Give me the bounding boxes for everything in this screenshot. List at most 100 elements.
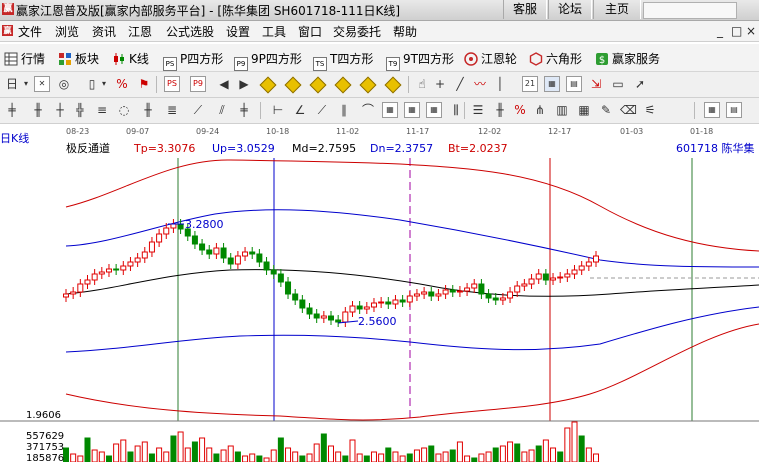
- volume-bar: [385, 447, 392, 463]
- bars-tool-icon[interactable]: ┼: [52, 102, 68, 118]
- volume-bar: [428, 445, 435, 463]
- line-tool-icon[interactable]: ╱: [452, 76, 468, 92]
- gann-diamond-icon-2[interactable]: [284, 76, 302, 94]
- gann-diamond-icon-5[interactable]: [359, 76, 377, 94]
- table-icon[interactable]: ▤: [566, 76, 582, 92]
- angle-tool-icon[interactable]: ∠: [292, 102, 308, 118]
- homepage-button[interactable]: 主页: [593, 0, 641, 19]
- grid-tool-icon[interactable]: ╫: [30, 102, 46, 118]
- wand-tool-icon[interactable]: ⚟: [642, 102, 658, 118]
- candle-body: [392, 299, 399, 305]
- hand-icon[interactable]: ☝: [414, 76, 430, 92]
- calculator-icon[interactable]: ▦: [544, 76, 560, 92]
- channel-tool-icon[interactable]: ⫽: [214, 102, 230, 118]
- calendar-21-icon[interactable]: 21: [522, 76, 538, 92]
- box-grid-icon-2[interactable]: ▦: [404, 102, 420, 118]
- menu-tools[interactable]: 工具: [262, 23, 286, 40]
- speed-tool-icon[interactable]: ⟋: [314, 102, 330, 118]
- wave-icon[interactable]: 〰: [472, 76, 488, 92]
- kline-chart[interactable]: 08-23 09-07 09-24 10-18 11-02 11-17 12-02 12-17…: [0, 124, 759, 464]
- gann-diamond-icon-3[interactable]: [309, 76, 327, 94]
- layout-table-icon[interactable]: ▤: [726, 102, 742, 118]
- menu-settings[interactable]: 设置: [226, 23, 250, 40]
- forum-button[interactable]: 论坛: [548, 0, 592, 19]
- hline-tool-icon[interactable]: ╪: [4, 102, 20, 118]
- quick-service[interactable]: $ 赢家服务: [595, 50, 660, 66]
- gann-diamond-icon-4[interactable]: [334, 76, 352, 94]
- close-icon[interactable]: ×: [746, 24, 756, 38]
- title-search-box[interactable]: [643, 2, 737, 19]
- volume-bar: [421, 447, 428, 463]
- quick-blocks[interactable]: 板块: [58, 50, 99, 66]
- menu-window[interactable]: 窗口: [298, 23, 322, 40]
- parallel-tool-icon[interactable]: ∥: [336, 102, 352, 118]
- fib-tool-icon[interactable]: ≡: [94, 102, 110, 118]
- volume-bar: [557, 451, 564, 463]
- quick-p-square[interactable]: PS P四方形: [163, 50, 223, 71]
- grid-small-icon[interactable]: ▦: [576, 102, 592, 118]
- target-icon[interactable]: ◎: [56, 76, 72, 92]
- minimize-icon[interactable]: _: [717, 24, 723, 38]
- layout-grid-icon[interactable]: ▦: [704, 102, 720, 118]
- next-arrow-icon[interactable]: ▶: [236, 76, 252, 92]
- restore-icon[interactable]: □: [731, 24, 742, 38]
- menu-gann[interactable]: 江恩: [128, 23, 152, 40]
- comb-tool-icon[interactable]: ╫: [492, 102, 508, 118]
- split-tool-icon[interactable]: ╪: [236, 102, 252, 118]
- flag-icon[interactable]: ⚑: [136, 76, 152, 92]
- menu-trade[interactable]: 交易委托: [333, 23, 381, 40]
- fan-tool-icon[interactable]: ⟋: [190, 102, 206, 118]
- quick-gann-wheel[interactable]: 江恩轮: [464, 50, 517, 66]
- candle-body: [320, 315, 327, 319]
- quick-quotes[interactable]: 行情: [4, 50, 45, 66]
- candle-body: [91, 273, 98, 281]
- quick-hexagon[interactable]: 六角形: [529, 50, 582, 66]
- menu-formula-select[interactable]: 公式选股: [166, 23, 214, 40]
- pen-tool-icon[interactable]: ✎: [598, 102, 614, 118]
- menu-file[interactable]: 文件: [18, 23, 42, 40]
- eraser-tool-icon[interactable]: ⌫: [620, 102, 637, 118]
- vertical-line-icon[interactable]: │: [492, 76, 508, 92]
- candle-body: [313, 313, 320, 319]
- circle-tool-icon[interactable]: ◌: [116, 102, 132, 118]
- candle-dropdown-icon[interactable]: ▾: [96, 76, 112, 92]
- menu-info[interactable]: 资讯: [92, 23, 116, 40]
- candle-body: [328, 315, 334, 321]
- tick-tool-icon[interactable]: ╬: [72, 102, 88, 118]
- percent-icon[interactable]: %: [114, 76, 130, 92]
- prev-arrow-icon[interactable]: ◀: [216, 76, 232, 92]
- menu-help[interactable]: 帮助: [393, 23, 417, 40]
- calc-tool-icon[interactable]: ▥: [554, 102, 570, 118]
- print-icon[interactable]: ▭: [610, 76, 626, 92]
- kline-chart-area[interactable]: 08-23 09-07 09-24 10-18 11-02 11-17 12-02 12-17…: [0, 124, 759, 464]
- quick-9p-square[interactable]: P9 9P四方形: [234, 50, 302, 71]
- service-button[interactable]: 客服: [503, 0, 547, 19]
- volume-bar: [306, 453, 313, 463]
- dropdown-arrow-icon[interactable]: ▾: [18, 76, 34, 92]
- box-grid-icon-3[interactable]: ▦: [426, 102, 442, 118]
- gann-diamond-icon-1[interactable]: [259, 76, 277, 94]
- arrow-tool-icon[interactable]: ➚: [632, 76, 648, 92]
- ray-tool-icon[interactable]: ⊢: [270, 102, 286, 118]
- list-tool-icon[interactable]: ☰: [470, 102, 486, 118]
- p9-tool-icon[interactable]: P9: [190, 76, 206, 92]
- quick-9t-square[interactable]: T9 9T四方形: [386, 50, 454, 71]
- cross-cursor-icon[interactable]: ✕: [34, 76, 50, 92]
- menu-bar: 赢 文件 浏览 资讯 江恩 公式选股 设置 工具 窗口 交易委托 帮助 _ □ …: [0, 21, 759, 42]
- ladder-tool-icon[interactable]: ╫: [140, 102, 156, 118]
- quick-kline[interactable]: K线: [112, 50, 149, 66]
- menu-browse[interactable]: 浏览: [55, 23, 79, 40]
- box-grid-icon[interactable]: ▦: [382, 102, 398, 118]
- stack-tool-icon[interactable]: ≣: [164, 102, 180, 118]
- quick-t-square[interactable]: TS T四方形: [313, 50, 373, 71]
- candle-body: [234, 255, 241, 265]
- export-icon[interactable]: ⇲: [588, 76, 604, 92]
- gann-diamond-icon-6[interactable]: [384, 76, 402, 94]
- candle-body: [77, 283, 84, 293]
- period-tool-icon[interactable]: ⋔: [532, 102, 548, 118]
- divider-tool-icon[interactable]: ⫼: [448, 102, 464, 118]
- crosshair-icon[interactable]: +: [432, 76, 448, 92]
- ps-tool-icon[interactable]: PS: [164, 76, 180, 92]
- percent-tool-icon[interactable]: %: [512, 102, 528, 118]
- arc-tool-icon[interactable]: ⌒: [360, 102, 376, 118]
